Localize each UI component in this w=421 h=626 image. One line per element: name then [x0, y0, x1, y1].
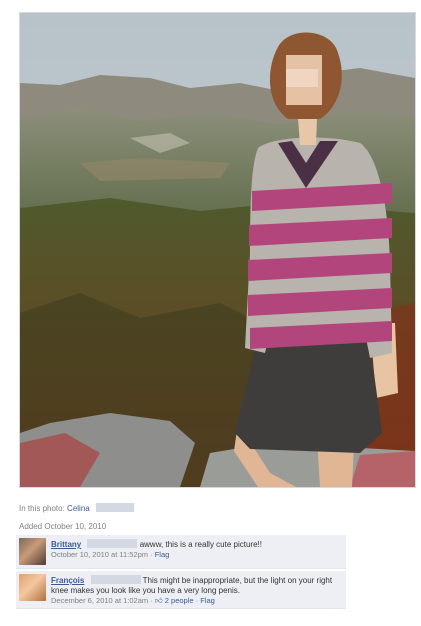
tags-prefix: In this photo:: [19, 504, 65, 513]
tagged-person-link[interactable]: Celina: [67, 504, 90, 513]
comment-body: Brittany awww, this is a really cute pic…: [51, 539, 342, 560]
separator: ·: [195, 596, 199, 605]
avatar[interactable]: [19, 538, 46, 565]
like-thumb-icon: 👍︎: [154, 596, 163, 605]
added-date: Added October 10, 2010: [19, 522, 107, 531]
comment-author[interactable]: François: [51, 576, 84, 585]
avatar[interactable]: [19, 574, 46, 601]
comment-author[interactable]: Brittany: [51, 540, 81, 549]
comment: Brittany awww, this is a really cute pic…: [16, 535, 346, 569]
flag-link[interactable]: Flag: [155, 550, 170, 559]
comment-meta: October 10, 2010 at 11:52pm · Flag: [51, 550, 342, 560]
comment: François This might be inappropriate, bu…: [16, 571, 346, 609]
photo-tags: In this photo: Celina: [19, 503, 134, 513]
separator: ·: [150, 596, 153, 605]
comment-timestamp: October 10, 2010 at 11:52pm: [51, 550, 149, 559]
redacted-surname: [87, 539, 138, 548]
likes-link[interactable]: 2 people: [165, 596, 194, 605]
comment-timestamp: December 6, 2010 at 1:02am: [51, 596, 149, 605]
photo[interactable]: [19, 12, 416, 488]
separator: ·: [150, 550, 153, 559]
comment-body: François This might be inappropriate, bu…: [51, 575, 342, 606]
flag-link[interactable]: Flag: [200, 596, 215, 605]
photo-image: [20, 13, 415, 487]
redacted-surname: [90, 575, 141, 584]
redacted-surname: [95, 503, 134, 512]
comment-text: awww, this is a really cute picture!!: [139, 540, 262, 549]
comment-meta: December 6, 2010 at 1:02am · 👍︎ 2 people…: [51, 596, 342, 606]
